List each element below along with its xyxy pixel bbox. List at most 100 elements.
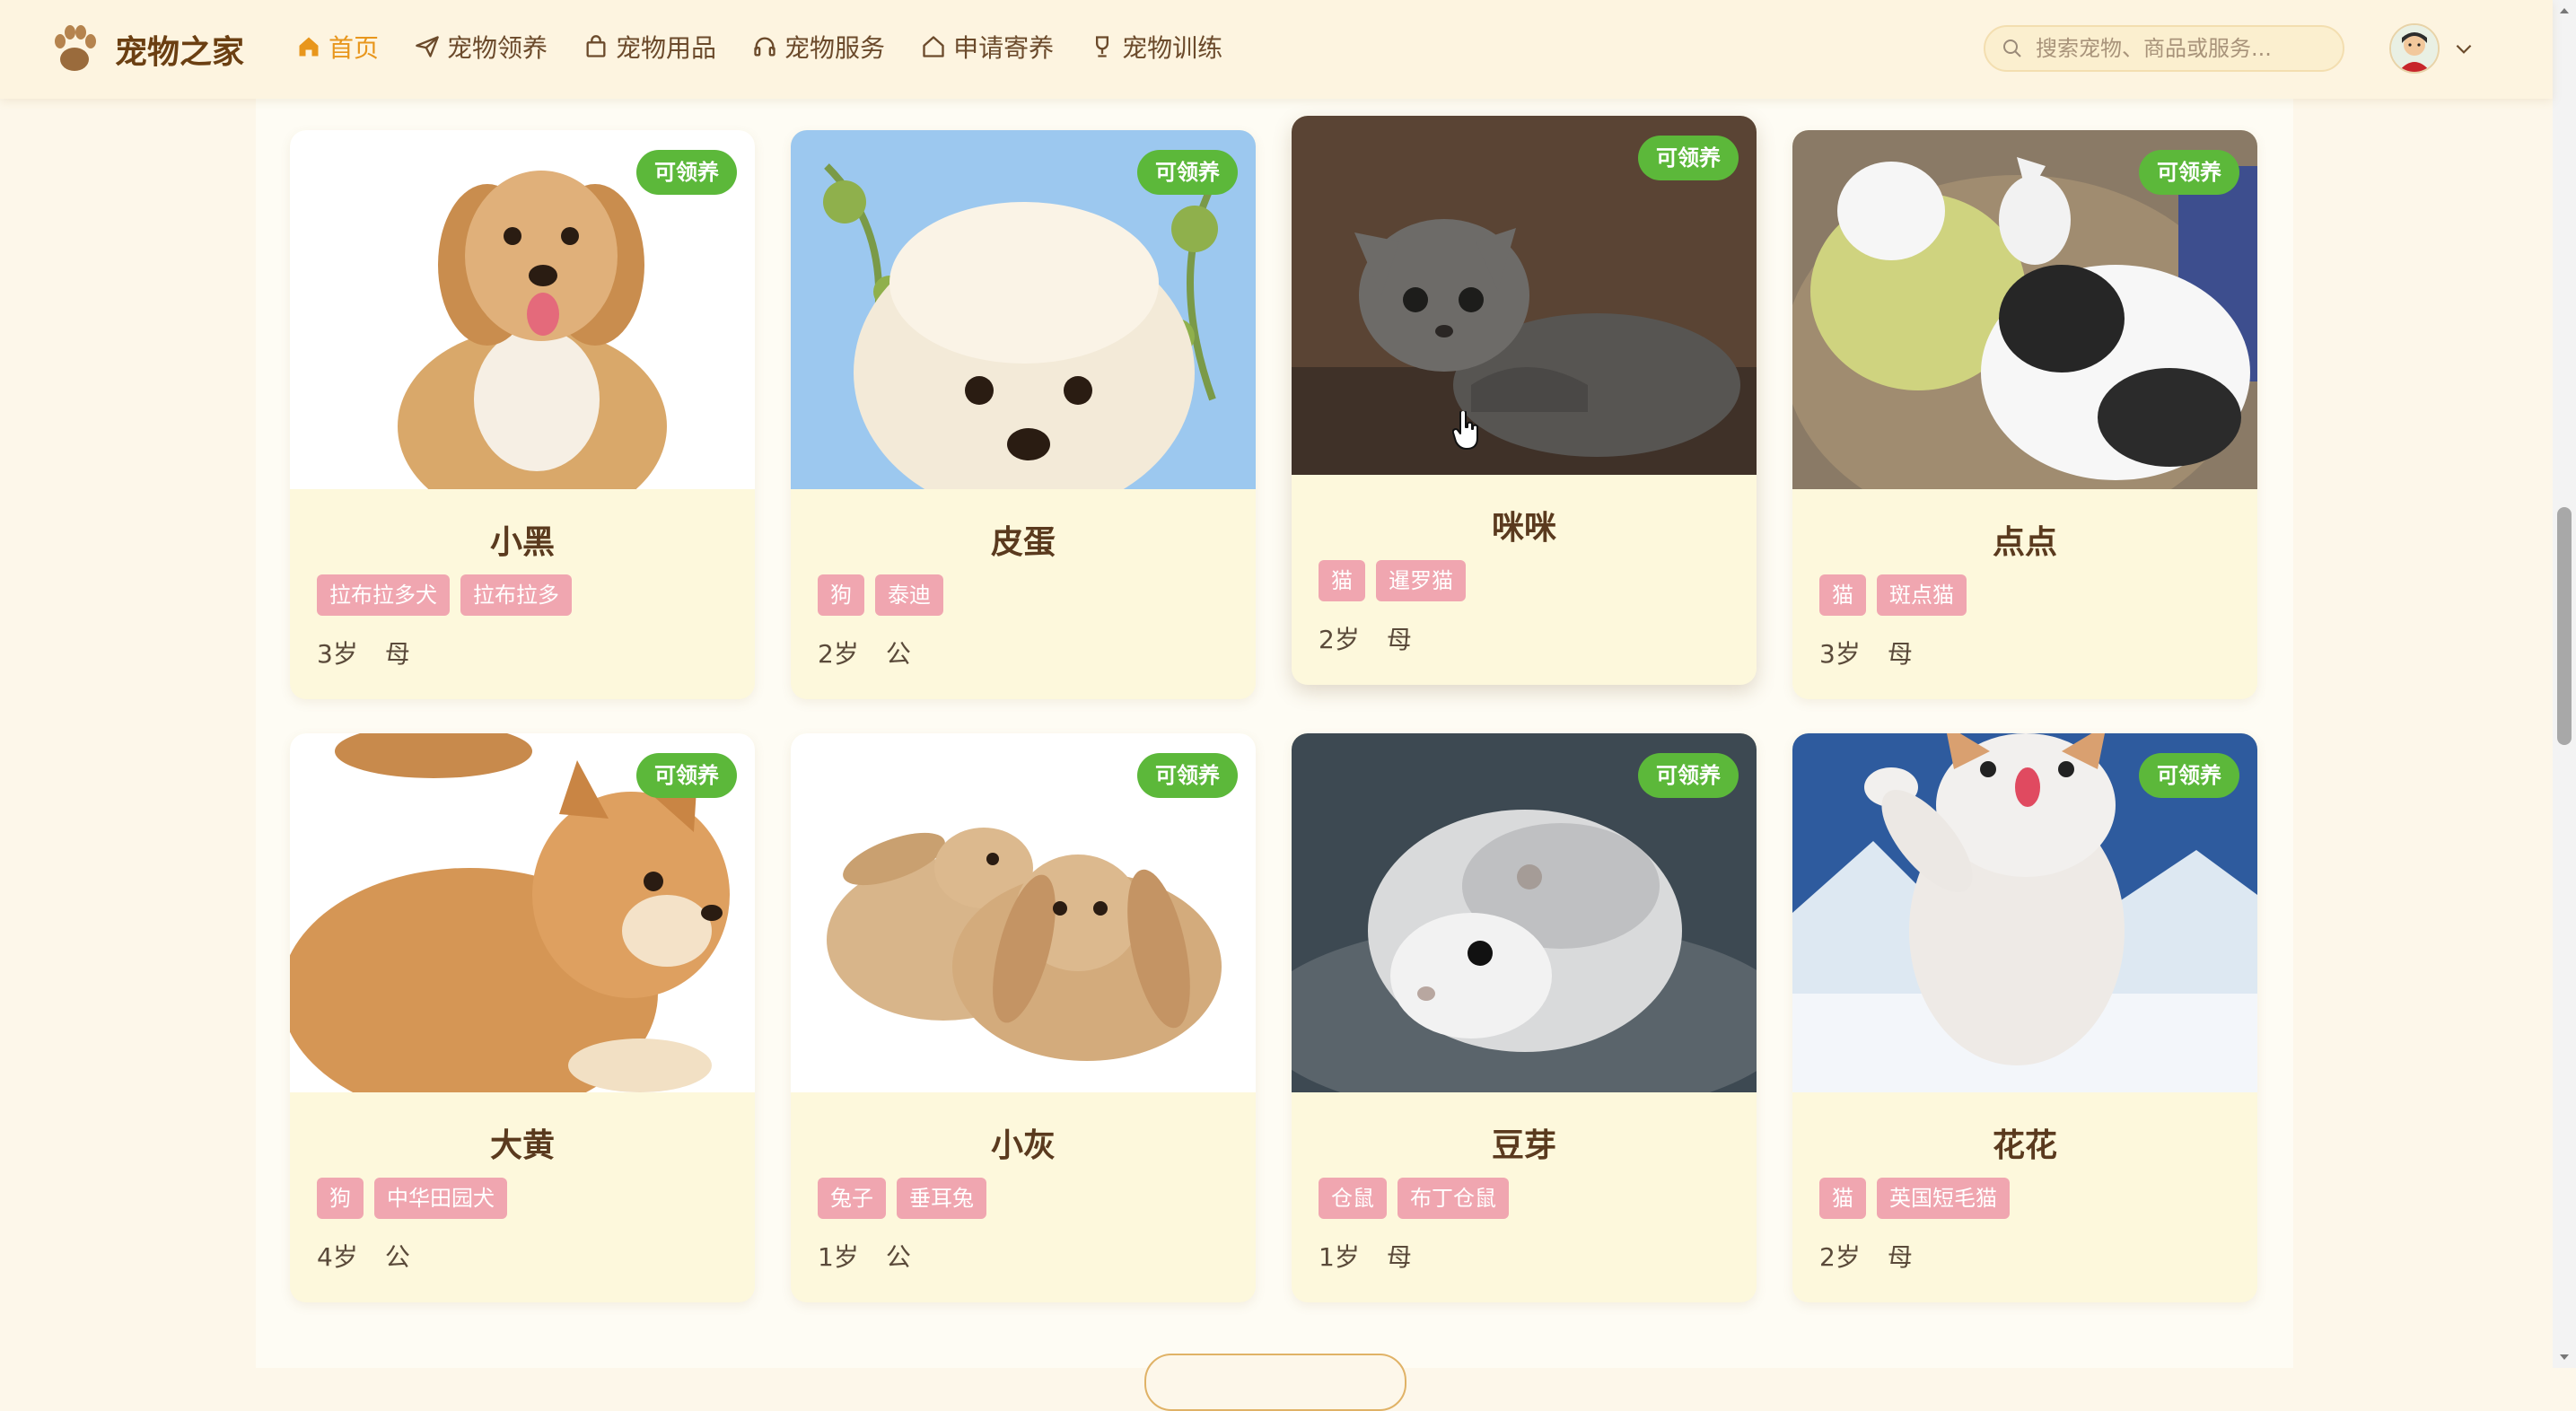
nav-item-training[interactable]: 宠物训练: [1090, 29, 1222, 65]
pet-card[interactable]: 可领养 点点 猫 斑点猫 3岁 母: [1792, 130, 2257, 699]
pet-tag[interactable]: 猫: [1819, 574, 1866, 616]
pet-tag[interactable]: 兔子: [818, 1178, 886, 1219]
pet-meta: 4岁 公: [317, 1238, 437, 1274]
nav-label: 宠物用品: [616, 33, 717, 63]
pet-gender: 母: [1386, 625, 1412, 654]
pet-card[interactable]: 可领养 大黄 狗 中华田园犬 4岁 公: [290, 733, 755, 1302]
nav-item-foster[interactable]: 申请寄养: [921, 29, 1054, 65]
pet-tag[interactable]: 斑点猫: [1877, 574, 1967, 616]
load-more-button[interactable]: [1144, 1354, 1406, 1411]
avatar[interactable]: [2389, 23, 2440, 74]
pet-meta: 2岁 母: [1319, 620, 1439, 656]
pet-gender: 公: [885, 639, 911, 669]
pet-tag[interactable]: 猫: [1319, 560, 1365, 601]
pet-age: 2岁: [818, 639, 859, 669]
pet-name: 小灰: [990, 1127, 1056, 1164]
pet-tag[interactable]: 英国短毛猫: [1877, 1178, 2010, 1219]
pet-meta: 1岁 公: [818, 1238, 938, 1274]
pet-card[interactable]: 可领养 皮蛋 狗 泰迪 2岁 公: [791, 130, 1256, 699]
brand-name: 宠物之家: [115, 34, 245, 71]
nav-label: 宠物服务: [784, 33, 886, 63]
pet-tag[interactable]: 垂耳兔: [897, 1178, 986, 1219]
pet-tag[interactable]: 拉布拉多: [460, 574, 572, 616]
pet-name: 皮蛋: [990, 524, 1056, 561]
pet-name: 花花: [1992, 1127, 2057, 1164]
search-box[interactable]: [1984, 25, 2344, 72]
pet-tag[interactable]: 狗: [317, 1178, 364, 1219]
nav-label: 首页: [329, 33, 380, 63]
paw-logo-icon: [55, 25, 96, 71]
search-icon: [2003, 39, 2021, 57]
scroll-down-arrow-icon[interactable]: [2559, 1352, 2570, 1363]
pet-tag[interactable]: 中华田园犬: [374, 1178, 507, 1219]
pet-name: 小黑: [489, 524, 555, 561]
pet-tag[interactable]: 猫: [1819, 1178, 1866, 1219]
brand-logo[interactable]: 宠物之家: [45, 20, 244, 79]
pet-meta: 2岁 公: [818, 635, 938, 670]
pet-tag[interactable]: 拉布拉多犬: [317, 574, 450, 616]
pet-age: 1岁: [818, 1242, 859, 1272]
adoptable-badge: 可领养: [1137, 753, 1238, 798]
nav-item-supplies[interactable]: 宠物用品: [583, 29, 716, 65]
headset-icon: [754, 37, 775, 57]
pet-tag[interactable]: 布丁仓鼠: [1398, 1178, 1509, 1219]
nav-item-services[interactable]: 宠物服务: [752, 29, 885, 65]
pet-tag[interactable]: 仓鼠: [1319, 1178, 1387, 1219]
trophy-icon: [1096, 36, 1109, 57]
adoptable-badge: 可领养: [1638, 136, 1739, 180]
pet-card[interactable]: 可领养 小黑 拉布拉多犬 拉布拉多 3岁 母: [290, 130, 755, 699]
pet-meta: 1岁 母: [1319, 1238, 1439, 1274]
pet-tags: 狗 中华田园犬: [317, 1178, 518, 1219]
pet-gender: 母: [1386, 1242, 1412, 1272]
adoptable-badge: 可领养: [2139, 753, 2239, 798]
pet-name: 大黄: [489, 1127, 555, 1164]
pet-meta: 2岁 母: [1819, 1238, 1940, 1274]
pet-age: 3岁: [1819, 639, 1861, 669]
pet-tag[interactable]: 泰迪: [875, 574, 943, 616]
pet-tag[interactable]: 狗: [818, 574, 864, 616]
house-icon: [923, 36, 944, 57]
scrollbar-thumb[interactable]: [2557, 507, 2572, 745]
pet-tags: 猫 暹罗猫: [1319, 560, 1476, 601]
adoptable-badge: 可领养: [636, 150, 737, 195]
pet-gender: 母: [1887, 639, 1913, 669]
hand-cursor-icon: [1452, 411, 1478, 450]
pet-tags: 拉布拉多犬 拉布拉多: [317, 574, 583, 616]
pet-card[interactable]: 可领养 咪咪 猫 暹罗猫 2岁 母: [1292, 116, 1757, 685]
vertical-scrollbar[interactable]: [2553, 0, 2576, 1368]
top-navbar: 宠物之家 首页 宠物领养 宠物用品 宠物服务 申请寄养 宠物训练: [0, 0, 2553, 99]
pet-card[interactable]: 可领养 小灰 兔子 垂耳兔 1岁 公: [791, 733, 1256, 1302]
shopping-bag-icon: [586, 35, 606, 57]
pet-meta: 3岁 母: [317, 635, 437, 670]
nav-label: 申请寄养: [953, 33, 1055, 63]
nav-label: 宠物训练: [1122, 33, 1223, 63]
nav-item-home[interactable]: 首页: [296, 29, 379, 65]
pet-tags: 猫 英国短毛猫: [1819, 1178, 2020, 1219]
main-nav: 首页 宠物领养 宠物用品 宠物服务 申请寄养 宠物训练: [296, 0, 1258, 93]
pet-age: 2岁: [1319, 625, 1360, 654]
pet-name: 咪咪: [1491, 510, 1556, 547]
nav-item-adopt[interactable]: 宠物领养: [415, 29, 548, 65]
chevron-down-icon[interactable]: [2452, 37, 2475, 60]
pet-age: 4岁: [317, 1242, 358, 1272]
adoptable-badge: 可领养: [1638, 753, 1739, 798]
search-input[interactable]: [2034, 35, 2334, 62]
user-avatar-icon: [2391, 25, 2438, 72]
pet-gender: 母: [384, 639, 410, 669]
pet-card[interactable]: 可领养 豆芽 仓鼠 布丁仓鼠 1岁 母: [1292, 733, 1757, 1302]
user-menu[interactable]: [2389, 23, 2475, 74]
adoptable-badge: 可领养: [2139, 150, 2239, 195]
pet-card[interactable]: 可领养 花花 猫 英国短毛猫 2岁 母: [1792, 733, 2257, 1302]
scroll-up-arrow-icon[interactable]: [2559, 5, 2570, 16]
adoptable-badge: 可领养: [636, 753, 737, 798]
pet-gender: 公: [384, 1242, 410, 1272]
pet-meta: 3岁 母: [1819, 635, 1940, 670]
pet-tags: 兔子 垂耳兔: [818, 1178, 997, 1219]
pet-age: 3岁: [317, 639, 358, 669]
pet-name: 豆芽: [1491, 1127, 1556, 1164]
pet-age: 2岁: [1819, 1242, 1861, 1272]
adoptable-badge: 可领养: [1137, 150, 1238, 195]
pet-tag[interactable]: 暹罗猫: [1376, 560, 1466, 601]
pet-tags: 仓鼠 布丁仓鼠: [1319, 1178, 1520, 1219]
pet-gender: 母: [1887, 1242, 1913, 1272]
